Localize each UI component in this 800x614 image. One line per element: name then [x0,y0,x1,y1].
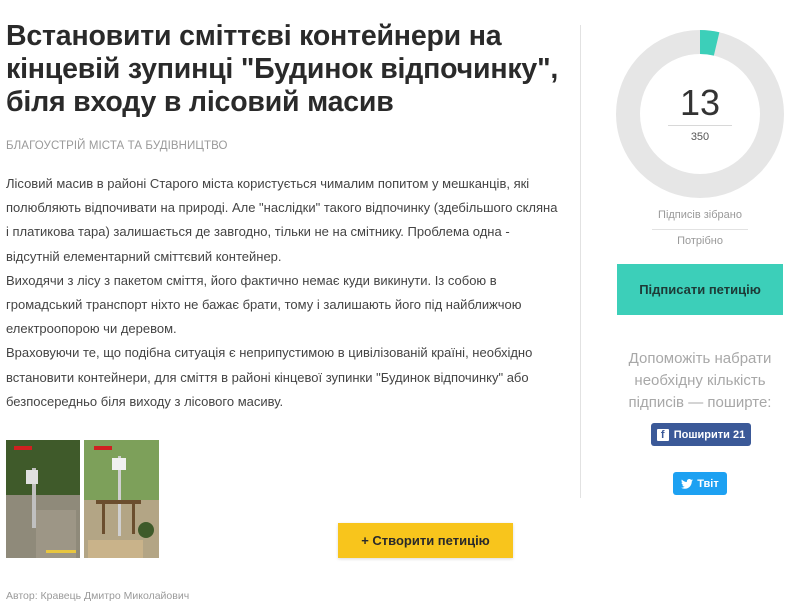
column-divider [580,25,581,498]
body-paragraph: Лісовий масив в районі Старого міста кор… [6,176,558,264]
count-divider [668,125,732,126]
signature-count: 13 [679,82,721,123]
share-help-text: Допоможіть набрати необхідну кількість п… [628,350,772,411]
body-paragraph: Враховуючи те, що подібна ситуація є неп… [6,345,533,409]
create-petition-button[interactable]: + Створити петицію [338,523,513,558]
facebook-share-button[interactable]: f Поширити 21 [651,423,751,446]
twitter-share-label: Твіт [697,477,719,490]
twitter-share-button[interactable]: Твіт [673,472,727,495]
petition-body: Лісовий масив в районі Старого міста кор… [6,172,562,414]
petition-photo[interactable] [6,440,159,558]
petition-main: Встановити сміттєві контейнери на кінцев… [6,0,572,414]
twitter-icon [681,478,694,489]
sign-petition-button[interactable]: Підписати петицію [617,264,783,315]
photo-image [6,440,159,558]
signatures-collected-label: Підписів зібрано [658,209,742,221]
signature-goal: 350 [690,131,710,143]
label-divider [652,229,748,230]
signatures-needed-label: Потрібно [677,235,723,247]
petition-title: Встановити сміттєві контейнери на кінцев… [6,20,559,118]
petition-author: Автор: Кравець Дмитро Миколайович [6,590,190,602]
facebook-icon: f [656,428,669,441]
petition-category[interactable]: БЛАГОУСТРІЙ МІСТА ТА БУДІВНИЦТВО [6,140,572,152]
facebook-share-label: Поширити 21 [673,428,746,441]
body-paragraph: Виходячи з лісу з пакетом сміття, його ф… [6,272,522,337]
